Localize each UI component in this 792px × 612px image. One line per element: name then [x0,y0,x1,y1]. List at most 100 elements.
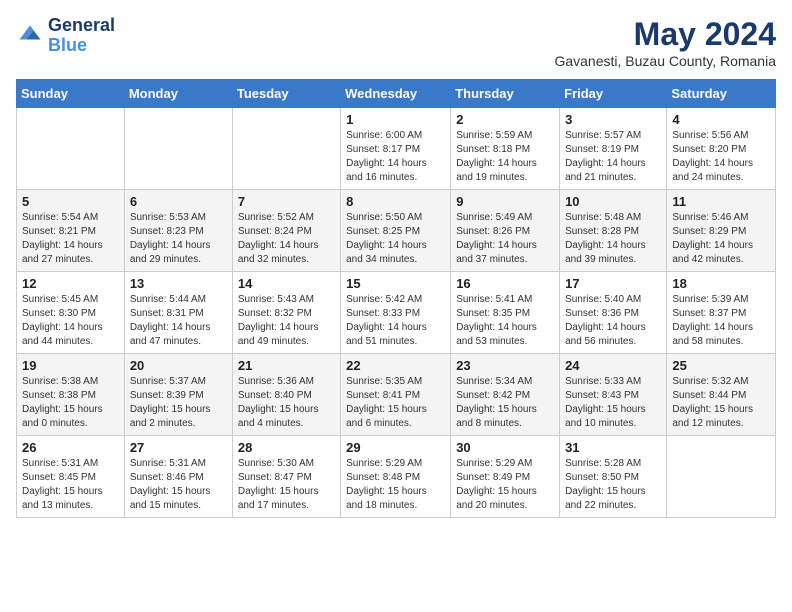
day-number: 3 [565,112,661,127]
calendar-cell: 19Sunrise: 5:38 AM Sunset: 8:38 PM Dayli… [17,354,125,436]
day-number: 24 [565,358,661,373]
calendar-cell: 10 Sunrise: 5:48 AM Sunset: 8:28 PM Dayli… [560,190,667,272]
day-info: Sunrise: 5:36 AM Sunset: 8:40 PM Dayligh… [238,375,335,431]
calendar-cell [232,108,340,190]
calendar-week-2: 5 Sunrise: 5:54 AM Sunset: 8:21 PM Daylig… [17,190,776,272]
calendar-header-sunday: Sunday [17,80,125,108]
day-info: Sunrise: 5:29 AM Sunset: 8:49 PM Dayligh… [456,457,554,513]
day-info: Sunrise: 5:28 AM Sunset: 8:50 PM Dayligh… [565,457,661,513]
day-info: Sunrise: 5:49 AM Sunset: 8:26 PM Dayligh… [456,211,554,267]
day-number: 30 [456,440,554,455]
day-info: Sunrise: 5:34 AM Sunset: 8:42 PM Dayligh… [456,375,554,431]
day-info: Sunrise: 5:52 AM Sunset: 8:24 PM Dayligh… [238,211,335,267]
calendar-cell: 8 Sunrise: 5:50 AM Sunset: 8:25 PM Daylig… [341,190,451,272]
calendar-header-friday: Friday [560,80,667,108]
day-number: 17 [565,276,661,291]
day-info: Sunrise: 5:53 AM Sunset: 8:23 PM Dayligh… [130,211,227,267]
day-info: Sunrise: 5:48 AM Sunset: 8:28 PM Dayligh… [565,211,661,267]
calendar-cell: 22 Sunrise: 5:35 AM Sunset: 8:41 PM Dayli… [341,354,451,436]
day-number: 31 [565,440,661,455]
calendar-cell: 7 Sunrise: 5:52 AM Sunset: 8:24 PM Daylig… [232,190,340,272]
calendar-table: SundayMondayTuesdayWednesdayThursdayFrid… [16,79,776,518]
page-header: General Blue May 2024 Gavanesti, Buzau C… [16,16,776,69]
calendar-week-5: 26 Sunrise: 5:31 AM Sunset: 8:45 PM Dayli… [17,436,776,518]
calendar-cell: 11Sunrise: 5:46 AM Sunset: 8:29 PM Dayli… [667,190,776,272]
day-info: Sunrise: 5:40 AM Sunset: 8:36 PM Dayligh… [565,293,661,349]
day-info: Sunrise: 5:56 AM Sunset: 8:20 PM Dayligh… [672,129,770,185]
calendar-cell: 14Sunrise: 5:43 AM Sunset: 8:32 PM Dayli… [232,272,340,354]
calendar-header-saturday: Saturday [667,80,776,108]
calendar-header-row: SundayMondayTuesdayWednesdayThursdayFrid… [17,80,776,108]
day-info: Sunrise: 5:54 AM Sunset: 8:21 PM Dayligh… [22,211,119,267]
calendar-cell [667,436,776,518]
day-info: Sunrise: 5:35 AM Sunset: 8:41 PM Dayligh… [346,375,445,431]
calendar-cell: 24 Sunrise: 5:33 AM Sunset: 8:43 PM Dayli… [560,354,667,436]
title-block: May 2024 Gavanesti, Buzau County, Romani… [554,16,776,69]
day-number: 8 [346,194,445,209]
day-info: Sunrise: 5:31 AM Sunset: 8:45 PM Dayligh… [22,457,119,513]
calendar-cell: 6 Sunrise: 5:53 AM Sunset: 8:23 PM Daylig… [124,190,232,272]
day-number: 10 [565,194,661,209]
subtitle: Gavanesti, Buzau County, Romania [554,53,776,69]
calendar-cell: 30 Sunrise: 5:29 AM Sunset: 8:49 PM Dayli… [451,436,560,518]
calendar-cell: 25 Sunrise: 5:32 AM Sunset: 8:44 PM Dayli… [667,354,776,436]
day-number: 13 [130,276,227,291]
day-number: 6 [130,194,227,209]
logo-line1: General [48,16,115,36]
calendar-header-monday: Monday [124,80,232,108]
calendar-cell [124,108,232,190]
day-info: Sunrise: 5:33 AM Sunset: 8:43 PM Dayligh… [565,375,661,431]
calendar-cell: 20Sunrise: 5:37 AM Sunset: 8:39 PM Dayli… [124,354,232,436]
day-number: 28 [238,440,335,455]
calendar-cell: 5 Sunrise: 5:54 AM Sunset: 8:21 PM Daylig… [17,190,125,272]
day-info: Sunrise: 5:44 AM Sunset: 8:31 PM Dayligh… [130,293,227,349]
calendar-cell: 16 Sunrise: 5:41 AM Sunset: 8:35 PM Dayli… [451,272,560,354]
day-info: Sunrise: 5:43 AM Sunset: 8:32 PM Dayligh… [238,293,335,349]
calendar-cell: 2Sunrise: 5:59 AM Sunset: 8:18 PM Daylig… [451,108,560,190]
day-number: 29 [346,440,445,455]
calendar-week-1: 1Sunrise: 6:00 AM Sunset: 8:17 PM Daylig… [17,108,776,190]
day-number: 5 [22,194,119,209]
day-info: Sunrise: 5:42 AM Sunset: 8:33 PM Dayligh… [346,293,445,349]
main-title: May 2024 [554,16,776,53]
day-info: Sunrise: 5:30 AM Sunset: 8:47 PM Dayligh… [238,457,335,513]
day-info: Sunrise: 5:32 AM Sunset: 8:44 PM Dayligh… [672,375,770,431]
calendar-cell: 29 Sunrise: 5:29 AM Sunset: 8:48 PM Dayli… [341,436,451,518]
calendar-cell: 21Sunrise: 5:36 AM Sunset: 8:40 PM Dayli… [232,354,340,436]
logo-text: General Blue [48,16,115,56]
calendar-cell: 3 Sunrise: 5:57 AM Sunset: 8:19 PM Daylig… [560,108,667,190]
logo-icon [16,22,44,50]
day-info: Sunrise: 5:29 AM Sunset: 8:48 PM Dayligh… [346,457,445,513]
calendar-cell: 9 Sunrise: 5:49 AM Sunset: 8:26 PM Daylig… [451,190,560,272]
day-number: 25 [672,358,770,373]
calendar-cell: 31 Sunrise: 5:28 AM Sunset: 8:50 PM Dayli… [560,436,667,518]
day-info: Sunrise: 5:37 AM Sunset: 8:39 PM Dayligh… [130,375,227,431]
day-info: Sunrise: 5:57 AM Sunset: 8:19 PM Dayligh… [565,129,661,185]
day-info: Sunrise: 5:41 AM Sunset: 8:35 PM Dayligh… [456,293,554,349]
day-number: 16 [456,276,554,291]
calendar-cell: 4Sunrise: 5:56 AM Sunset: 8:20 PM Daylig… [667,108,776,190]
day-number: 9 [456,194,554,209]
calendar-header-tuesday: Tuesday [232,80,340,108]
calendar-cell: 27 Sunrise: 5:31 AM Sunset: 8:46 PM Dayli… [124,436,232,518]
day-number: 7 [238,194,335,209]
calendar-week-4: 19Sunrise: 5:38 AM Sunset: 8:38 PM Dayli… [17,354,776,436]
logo-line2: Blue [48,36,115,56]
calendar-cell: 15 Sunrise: 5:42 AM Sunset: 8:33 PM Dayli… [341,272,451,354]
day-info: Sunrise: 5:31 AM Sunset: 8:46 PM Dayligh… [130,457,227,513]
day-info: Sunrise: 5:38 AM Sunset: 8:38 PM Dayligh… [22,375,119,431]
logo: General Blue [16,16,115,56]
day-number: 26 [22,440,119,455]
day-number: 27 [130,440,227,455]
calendar-cell: 26 Sunrise: 5:31 AM Sunset: 8:45 PM Dayli… [17,436,125,518]
day-info: Sunrise: 5:50 AM Sunset: 8:25 PM Dayligh… [346,211,445,267]
calendar-cell: 23Sunrise: 5:34 AM Sunset: 8:42 PM Dayli… [451,354,560,436]
calendar-cell: 28 Sunrise: 5:30 AM Sunset: 8:47 PM Dayli… [232,436,340,518]
day-number: 2 [456,112,554,127]
calendar-cell: 1Sunrise: 6:00 AM Sunset: 8:17 PM Daylig… [341,108,451,190]
day-number: 15 [346,276,445,291]
day-number: 22 [346,358,445,373]
calendar-cell: 12Sunrise: 5:45 AM Sunset: 8:30 PM Dayli… [17,272,125,354]
calendar-cell [17,108,125,190]
calendar-cell: 13 Sunrise: 5:44 AM Sunset: 8:31 PM Dayli… [124,272,232,354]
